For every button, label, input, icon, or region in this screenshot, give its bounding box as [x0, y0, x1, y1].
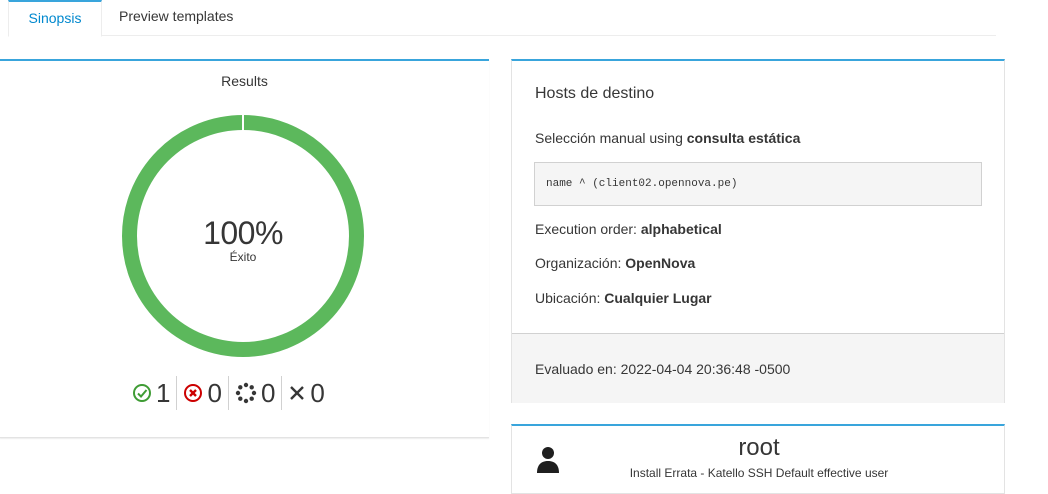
error-circle-icon — [184, 384, 203, 402]
stat-success: 1 — [132, 376, 178, 410]
success-label: Éxito — [229, 250, 257, 264]
location-value: Cualquier Lugar — [604, 290, 712, 306]
organization-label: Organización: — [535, 255, 622, 271]
effective-user-card: root Install Errata - Katello SSH Defaul… — [511, 424, 1005, 494]
organization-line: Organización: OpenNova — [535, 255, 695, 271]
hosts-card: Hosts de destino Selección manual using … — [511, 59, 1005, 403]
stat-pending: 0 — [229, 376, 283, 410]
selection-type: consulta estática — [686, 130, 801, 146]
user-description: Install Errata - Katello SSH Default eff… — [629, 466, 889, 480]
stat-cancelled-count: 0 — [310, 377, 325, 408]
stat-failed: 0 — [177, 376, 229, 410]
pending-spinner-icon — [235, 382, 257, 404]
stat-pending-count: 0 — [260, 377, 276, 408]
user-name: root — [738, 434, 780, 461]
result-stats: 1 0 0 0 — [132, 376, 331, 410]
stat-failed-count: 0 — [207, 377, 222, 408]
location-line: Ubicación: Cualquier Lugar — [535, 290, 712, 306]
evaluated-at: Evaluado en: 2022-04-04 20:36:48 -0500 — [535, 361, 791, 377]
execution-order-label: Execution order: — [535, 221, 637, 237]
selection-line: Selección manual using consulta estática — [535, 130, 800, 146]
location-label: Ubicación: — [535, 290, 601, 306]
cancel-x-icon — [290, 386, 305, 400]
selection-prefix: Selección manual using — [535, 130, 683, 146]
execution-order-line: Execution order: alphabetical — [535, 221, 722, 237]
results-title: Results — [221, 73, 268, 89]
check-circle-icon — [133, 384, 151, 402]
hosts-footer: Evaluado en: 2022-04-04 20:36:48 -0500 — [512, 333, 1004, 403]
search-query-box: name ^ (client02.opennova.pe) — [534, 162, 982, 206]
tab-bar: Sinopsis Preview templates — [8, 0, 996, 37]
tab-preview-templates[interactable]: Preview templates — [103, 0, 249, 36]
stat-cancelled: 0 — [282, 376, 330, 410]
stat-success-count: 1 — [156, 377, 171, 408]
execution-order-value: alphabetical — [640, 221, 722, 237]
tab-sinopsis[interactable]: Sinopsis — [8, 0, 102, 37]
organization-value: OpenNova — [625, 255, 696, 271]
success-percent: 100% — [203, 215, 283, 251]
hosts-title: Hosts de destino — [535, 85, 655, 102]
donut-center: 100% Éxito — [122, 215, 364, 264]
